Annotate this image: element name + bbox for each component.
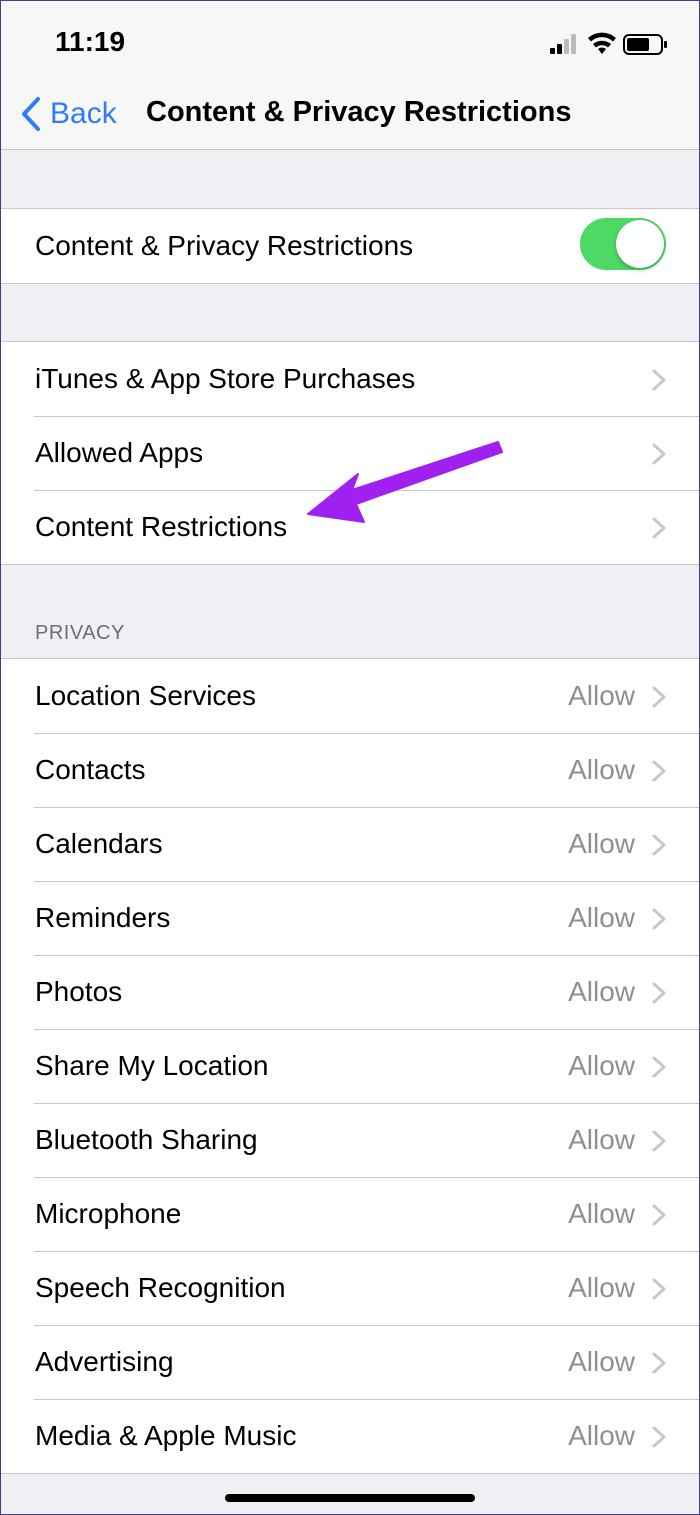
privacy-row-media-apple-music[interactable]: Media & Apple Music Allow bbox=[0, 1399, 700, 1473]
row-label: Media & Apple Music bbox=[35, 1420, 297, 1451]
chevron-right-icon bbox=[652, 982, 666, 1004]
row-label: Calendars bbox=[35, 828, 163, 859]
row-label: Share My Location bbox=[35, 1050, 269, 1081]
row-label: Photos bbox=[35, 976, 123, 1007]
nav-bar: Back Content & Privacy Restrictions bbox=[0, 80, 700, 150]
row-label: Reminders bbox=[35, 902, 171, 933]
restrictions-toggle[interactable] bbox=[580, 218, 666, 270]
arrow-pointer-icon bbox=[307, 441, 503, 523]
row-label: Contacts bbox=[35, 754, 146, 785]
privacy-section-header: PRIVACY bbox=[35, 622, 125, 644]
chevron-right-icon bbox=[652, 517, 666, 539]
privacy-row-calendars[interactable]: Calendars Allow bbox=[0, 807, 700, 881]
row-value: Allow bbox=[568, 1198, 635, 1229]
row-value: Allow bbox=[568, 1420, 635, 1451]
privacy-row-reminders[interactable]: Reminders Allow bbox=[0, 881, 700, 955]
master-restrictions-row: Content & Privacy Restrictions bbox=[0, 209, 700, 283]
privacy-row-location-services[interactable]: Location Services Allow bbox=[0, 659, 700, 733]
row-value: Allow bbox=[568, 1346, 635, 1377]
toggle-knob bbox=[616, 220, 664, 268]
row-value: Allow bbox=[568, 680, 635, 711]
chevron-right-icon bbox=[652, 834, 666, 856]
master-restrictions-label: Content & Privacy Restrictions bbox=[35, 230, 414, 261]
privacy-row-advertising[interactable]: Advertising Allow bbox=[0, 1325, 700, 1399]
chevron-right-icon bbox=[652, 1204, 666, 1226]
row-label: Location Services bbox=[35, 680, 257, 711]
row-label: Advertising bbox=[35, 1346, 174, 1377]
row-label: Allowed Apps bbox=[35, 437, 204, 468]
row-value: Allow bbox=[568, 902, 635, 933]
row-value: Allow bbox=[568, 1124, 635, 1155]
row-label: Bluetooth Sharing bbox=[35, 1124, 258, 1155]
row-value: Allow bbox=[568, 1050, 635, 1081]
privacy-row-speech-recognition[interactable]: Speech Recognition Allow bbox=[0, 1251, 700, 1325]
chevron-right-icon bbox=[652, 760, 666, 782]
chevron-left-icon bbox=[22, 97, 40, 131]
privacy-row-bluetooth-sharing[interactable]: Bluetooth Sharing Allow bbox=[0, 1103, 700, 1177]
status-time: 11:19 bbox=[55, 26, 126, 57]
privacy-row-share-my-location[interactable]: Share My Location Allow bbox=[0, 1029, 700, 1103]
back-label: Back bbox=[50, 97, 117, 130]
row-value: Allow bbox=[568, 976, 635, 1007]
battery-icon bbox=[623, 34, 667, 55]
chevron-right-icon bbox=[652, 686, 666, 708]
chevron-right-icon bbox=[652, 1130, 666, 1152]
row-value: Allow bbox=[568, 828, 635, 859]
page-title: Content & Privacy Restrictions bbox=[146, 96, 572, 128]
chevron-right-icon bbox=[652, 908, 666, 930]
status-bar: 11:19 bbox=[0, 0, 700, 80]
wifi-icon bbox=[588, 32, 616, 54]
row-label: Microphone bbox=[35, 1198, 182, 1229]
home-indicator bbox=[225, 1494, 475, 1502]
row-label: Speech Recognition bbox=[35, 1272, 286, 1303]
chevron-right-icon bbox=[652, 443, 666, 465]
chevron-right-icon bbox=[652, 1352, 666, 1374]
chevron-right-icon bbox=[652, 1278, 666, 1300]
row-value: Allow bbox=[568, 754, 635, 785]
chevron-right-icon bbox=[652, 369, 666, 391]
row-label: Content Restrictions bbox=[35, 511, 288, 542]
row-label: iTunes & App Store Purchases bbox=[35, 363, 416, 394]
row-value: Allow bbox=[568, 1272, 635, 1303]
privacy-group: Location Services Allow Contacts Allow C… bbox=[0, 658, 700, 1474]
back-button[interactable]: Back bbox=[20, 94, 117, 134]
privacy-row-contacts[interactable]: Contacts Allow bbox=[0, 733, 700, 807]
status-icons bbox=[550, 30, 670, 58]
chevron-right-icon bbox=[652, 1056, 666, 1078]
privacy-row-photos[interactable]: Photos Allow bbox=[0, 955, 700, 1029]
cellular-signal-icon bbox=[550, 34, 576, 54]
privacy-row-microphone[interactable]: Microphone Allow bbox=[0, 1177, 700, 1251]
itunes-purchases-row[interactable]: iTunes & App Store Purchases bbox=[0, 342, 700, 416]
master-group: Content & Privacy Restrictions bbox=[0, 208, 700, 284]
chevron-right-icon bbox=[652, 1426, 666, 1448]
